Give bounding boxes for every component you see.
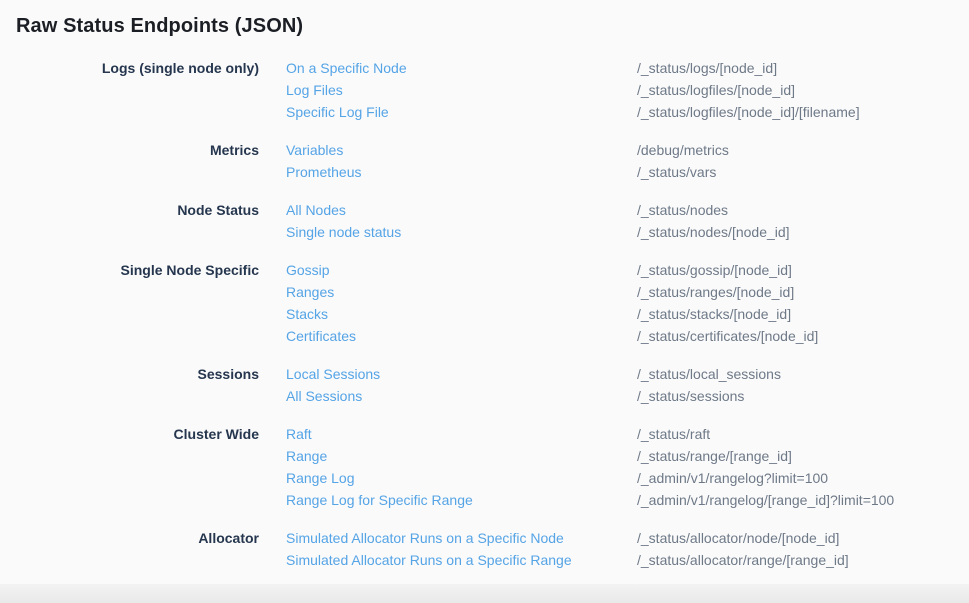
link-list: GossipRangesStacksCertificates [286,259,637,347]
endpoint-link[interactable]: Simulated Allocator Runs on a Specific N… [286,527,637,549]
endpoint-group: Single Node Specific GossipRangesStacksC… [16,259,969,347]
endpoint-group: Allocator Simulated Allocator Runs on a … [16,527,969,571]
endpoint-group: Cluster Wide RaftRangeRange LogRange Log… [16,423,969,511]
link-list: RaftRangeRange LogRange Log for Specific… [286,423,637,511]
category-label: Node Status [16,199,259,221]
category-label: Metrics [16,139,259,161]
endpoint-path: /_status/vars [637,161,969,183]
endpoint-path: /_status/nodes/[node_id] [637,221,969,243]
endpoint-path: /_status/logs/[node_id] [637,57,969,79]
endpoint-path: /_status/local_sessions [637,363,969,385]
path-list: /_status/raft/_status/range/[range_id]/_… [637,423,969,511]
endpoint-link[interactable]: Range Log for Specific Range [286,489,637,511]
endpoint-link[interactable]: Ranges [286,281,637,303]
endpoint-path: /_status/sessions [637,385,969,407]
link-list: On a Specific NodeLog FilesSpecific Log … [286,57,637,123]
endpoint-path: /_status/range/[range_id] [637,445,969,467]
endpoint-link[interactable]: Single node status [286,221,637,243]
link-list: All NodesSingle node status [286,199,637,243]
path-list: /_status/local_sessions/_status/sessions [637,363,969,407]
endpoint-path: /_status/nodes [637,199,969,221]
path-list: /_status/allocator/node/[node_id]/_statu… [637,527,969,571]
endpoint-path: /_status/allocator/node/[node_id] [637,527,969,549]
link-list: Simulated Allocator Runs on a Specific N… [286,527,637,571]
path-list: /_status/gossip/[node_id]/_status/ranges… [637,259,969,347]
category-label: Cluster Wide [16,423,259,445]
endpoint-link[interactable]: Local Sessions [286,363,637,385]
endpoint-link[interactable]: Log Files [286,79,637,101]
path-list: /_status/nodes/_status/nodes/[node_id] [637,199,969,243]
link-list: VariablesPrometheus [286,139,637,183]
endpoint-path: /_status/raft [637,423,969,445]
endpoint-link[interactable]: On a Specific Node [286,57,637,79]
endpoint-path: /_status/logfiles/[node_id]/[filename] [637,101,969,123]
endpoint-path: /_admin/v1/rangelog/[range_id]?limit=100 [637,489,969,511]
endpoint-link[interactable]: Variables [286,139,637,161]
endpoint-path: /_status/logfiles/[node_id] [637,79,969,101]
category-label: Sessions [16,363,259,385]
endpoint-path: /_admin/v1/rangelog?limit=100 [637,467,969,489]
endpoint-link[interactable]: Stacks [286,303,637,325]
endpoint-link[interactable]: Simulated Allocator Runs on a Specific R… [286,549,637,571]
link-list: Local SessionsAll Sessions [286,363,637,407]
endpoint-path: /_status/gossip/[node_id] [637,259,969,281]
category-label: Logs (single node only) [16,57,259,79]
endpoint-path: /debug/metrics [637,139,969,161]
endpoint-groups: Logs (single node only) On a Specific No… [16,57,969,571]
endpoint-path: /_status/certificates/[node_id] [637,325,969,347]
endpoint-link[interactable]: Prometheus [286,161,637,183]
path-list: /debug/metrics/_status/vars [637,139,969,183]
endpoint-link[interactable]: Range [286,445,637,467]
footer-strip [0,584,969,603]
endpoint-link[interactable]: All Nodes [286,199,637,221]
category-label: Single Node Specific [16,259,259,281]
endpoint-group: Sessions Local SessionsAll Sessions /_st… [16,363,969,407]
endpoint-link[interactable]: All Sessions [286,385,637,407]
endpoint-path: /_status/allocator/range/[range_id] [637,549,969,571]
endpoint-group: Node Status All NodesSingle node status … [16,199,969,243]
endpoint-link[interactable]: Range Log [286,467,637,489]
endpoint-group: Metrics VariablesPrometheus /debug/metri… [16,139,969,183]
endpoint-path: /_status/ranges/[node_id] [637,281,969,303]
raw-status-endpoints-page: Raw Status Endpoints (JSON) Logs (single… [0,0,969,603]
path-list: /_status/logs/[node_id]/_status/logfiles… [637,57,969,123]
endpoint-link[interactable]: Gossip [286,259,637,281]
page-title: Raw Status Endpoints (JSON) [16,14,969,38]
endpoint-link[interactable]: Raft [286,423,637,445]
endpoint-link[interactable]: Specific Log File [286,101,637,123]
category-label: Allocator [16,527,259,549]
endpoint-group: Logs (single node only) On a Specific No… [16,57,969,123]
endpoint-path: /_status/stacks/[node_id] [637,303,969,325]
endpoint-link[interactable]: Certificates [286,325,637,347]
